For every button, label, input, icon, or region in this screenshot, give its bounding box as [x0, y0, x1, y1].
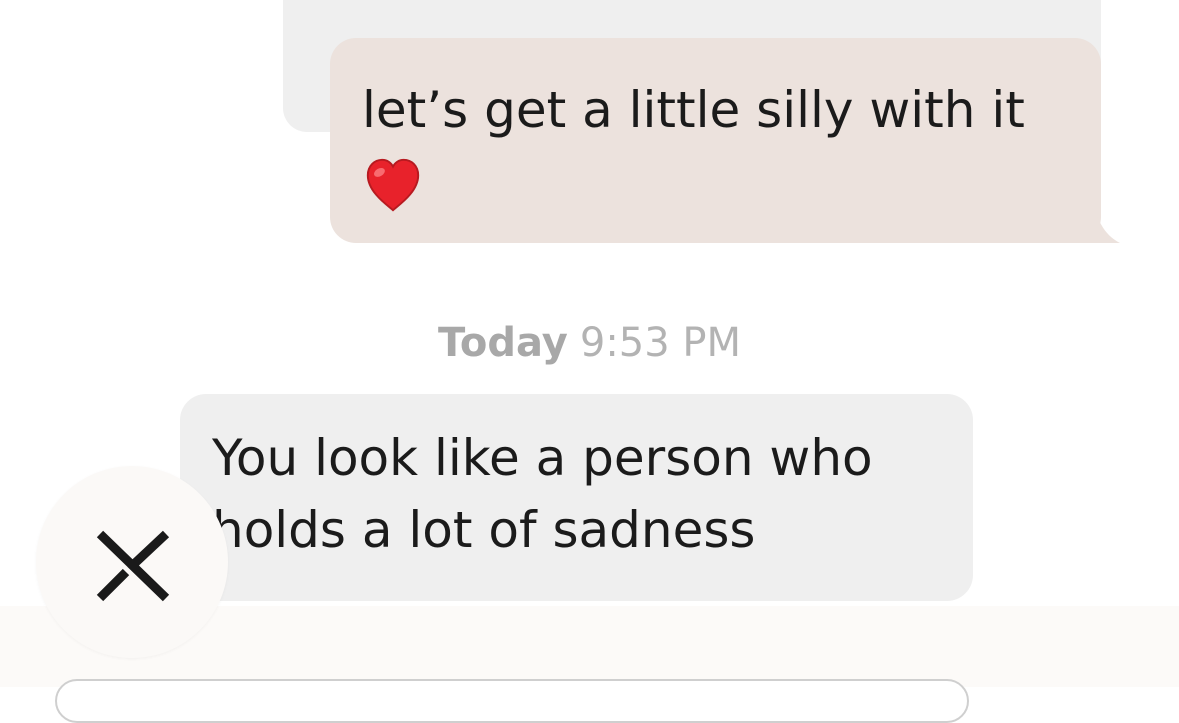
close-button[interactable] — [36, 466, 228, 658]
timestamp-day: Today — [437, 320, 568, 366]
close-icon — [96, 530, 170, 602]
message-timestamp: Today 9:53 PM — [0, 318, 1179, 368]
heart-emoji — [366, 158, 420, 212]
sent-message-bubble[interactable]: let’s get a little silly with it — [330, 38, 1120, 243]
sent-message-text: let’s get a little silly with it — [362, 81, 1025, 139]
message-input[interactable] — [55, 679, 969, 723]
received-message-line-1: You look like a person who — [212, 429, 873, 487]
received-message-bubble[interactable]: You look like a person who holds a lot o… — [180, 394, 973, 601]
timestamp-time: 9:53 PM — [579, 320, 742, 366]
bubble-tail — [1074, 195, 1120, 243]
received-message-line-2: holds a lot of sadness — [212, 501, 756, 559]
